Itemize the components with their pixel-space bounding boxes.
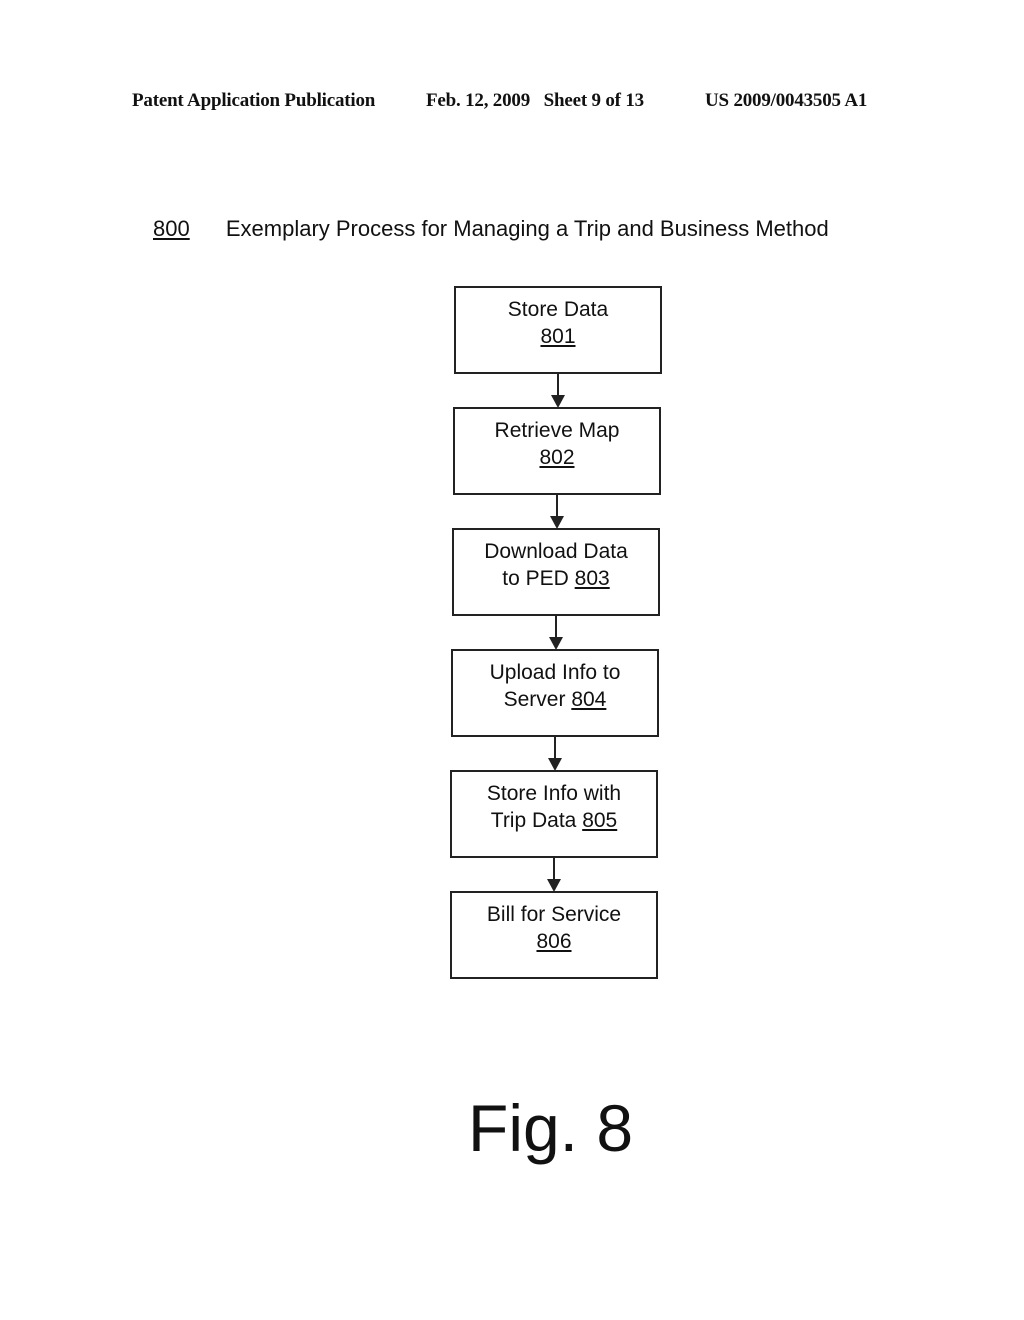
publication-date-sheet: Feb. 12, 2009 Sheet 9 of 13 (426, 90, 644, 111)
flow-arrow (548, 737, 562, 771)
flow-arrow (547, 858, 561, 892)
step-box-download-data: Download Data to PED 803 (452, 528, 660, 616)
step-box-store-info: Store Info with Trip Data 805 (450, 770, 658, 858)
step-ref: 806 (536, 930, 572, 953)
step-box-store-data: Store Data 801 (454, 286, 662, 374)
step-label: Upload Info to (489, 661, 621, 684)
diagram-title: Exemplary Process for Managing a Trip an… (225, 216, 829, 241)
step-label: Download Data (484, 540, 628, 563)
step-box-retrieve-map: Retrieve Map 802 (453, 407, 661, 495)
step-ref: 802 (539, 446, 575, 469)
step-ref: 801 (540, 325, 576, 348)
flow-arrow (549, 616, 563, 650)
step-ref: 803 (574, 567, 610, 590)
step-label: Store Data (507, 298, 609, 321)
publication-type: Patent Application Publication (132, 90, 376, 111)
diagram-reference-number: 800 (153, 216, 190, 241)
step-box-bill-for-service: Bill for Service 806 (450, 891, 658, 979)
publication-number: US 2009/0043505 A1 (705, 90, 868, 111)
step-ref: 804 (571, 688, 607, 711)
step-label: Bill for Service (486, 903, 622, 926)
step-box-upload-info: Upload Info to Server 804 (451, 649, 659, 737)
flow-arrow (551, 374, 565, 408)
figure-label: Fig. 8 (468, 1091, 634, 1165)
step-label-line2: Server (503, 688, 572, 711)
step-label: Store Info with (486, 782, 622, 805)
step-label: Retrieve Map (494, 419, 620, 442)
step-label-line2: to PED (502, 567, 575, 590)
step-ref: 805 (582, 809, 618, 832)
flow-arrow (550, 495, 564, 529)
diagram-title-row: 800 Exemplary Process for Managing a Tri… (153, 216, 829, 242)
step-label-line2: Trip Data (490, 809, 583, 832)
